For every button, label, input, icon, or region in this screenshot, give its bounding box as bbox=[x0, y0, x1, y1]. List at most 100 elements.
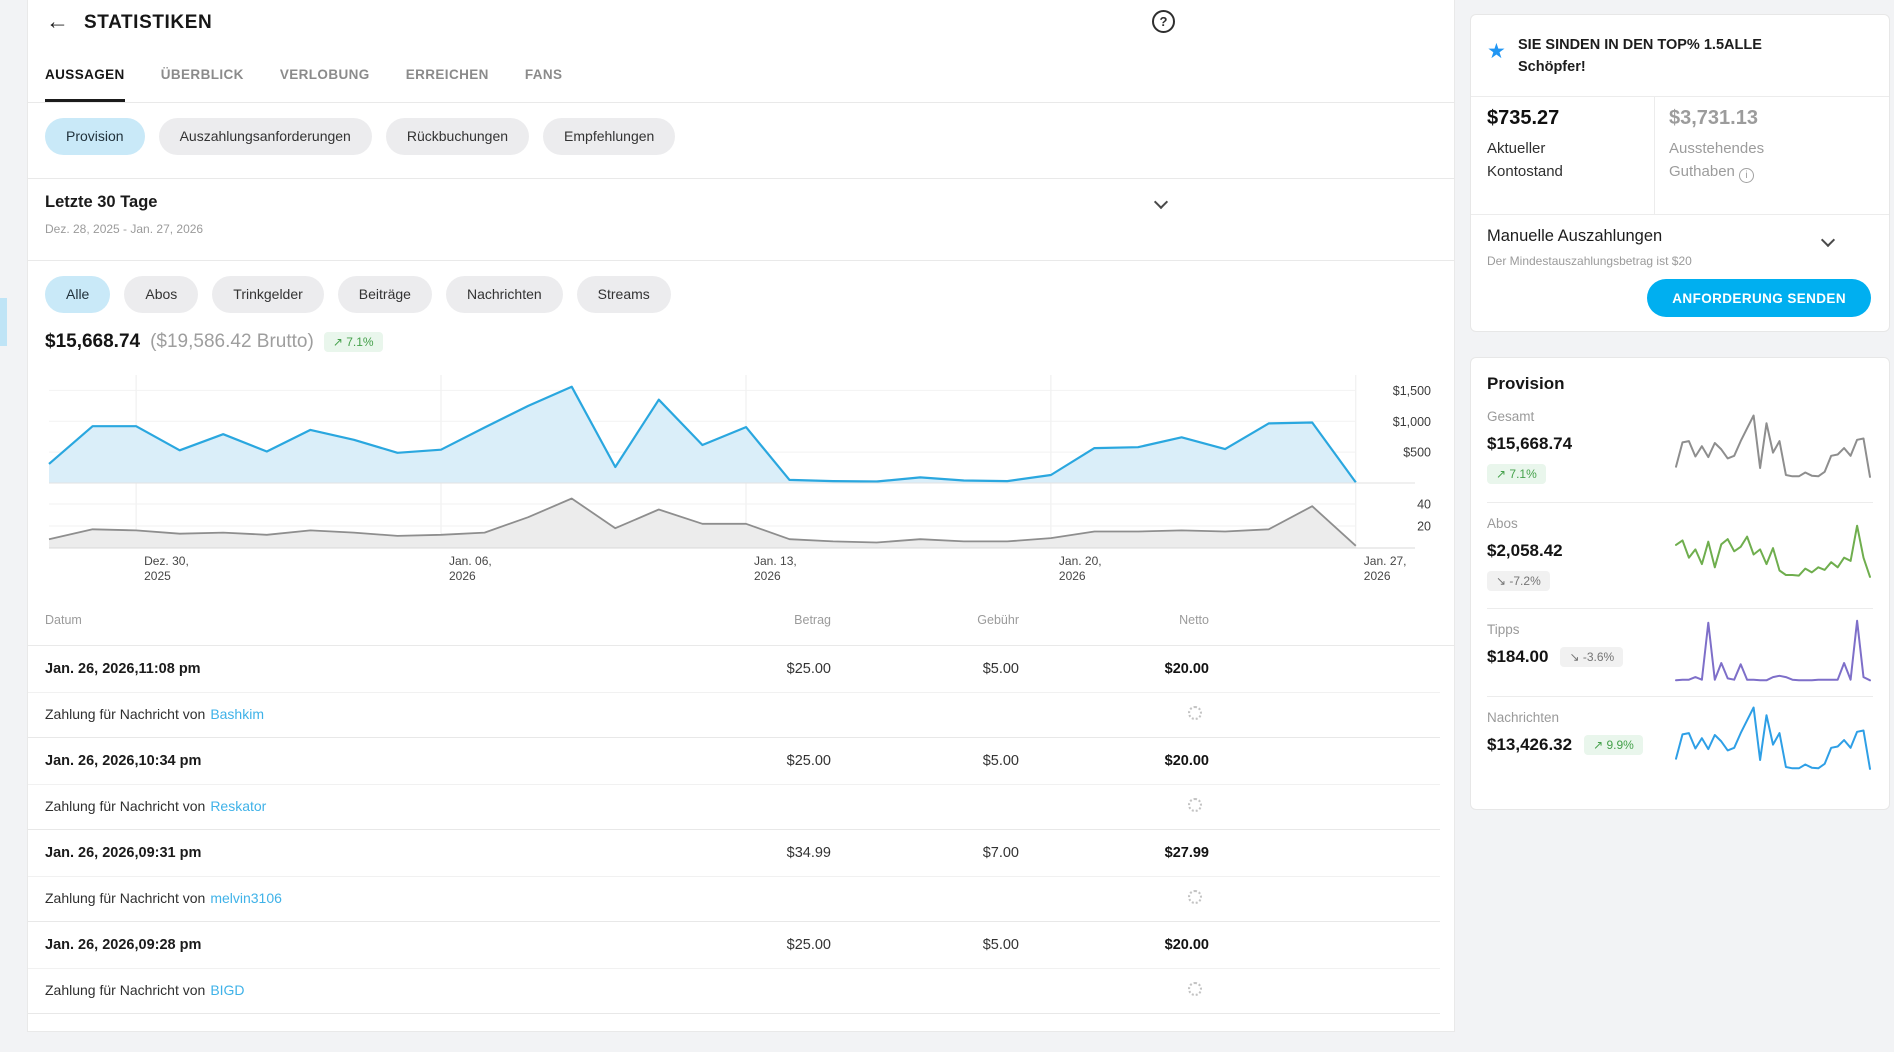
svg-text:Jan. 27,: Jan. 27, bbox=[1364, 554, 1407, 568]
svg-text:2025: 2025 bbox=[144, 569, 171, 583]
chip-ruckbuchungen[interactable]: Rückbuchungen bbox=[386, 118, 529, 155]
tab-verlobung[interactable]: VERLOBUNG bbox=[280, 46, 370, 102]
table-row: Jan. 26, 2026,09:31 pm $34.99 $7.00 $27.99 Z… bbox=[28, 830, 1440, 922]
net-total: $15,668.74 bbox=[45, 331, 140, 353]
tabs: AUSSAGEN ÜBERBLICK VERLOBUNG ERREICHEN FANS bbox=[45, 46, 1454, 102]
column-header-netto: Netto bbox=[1059, 613, 1209, 627]
chip-nachrichten[interactable]: Nachrichten bbox=[446, 276, 563, 313]
svg-text:$500: $500 bbox=[1403, 446, 1431, 460]
betrag-cell: $25.00 bbox=[681, 661, 831, 677]
divider bbox=[28, 260, 1454, 261]
transaction-description: Zahlung für Nachricht vonReskator bbox=[45, 798, 266, 814]
category-chips: Alle Abos Trinkgelder Beiträge Nachrichten St… bbox=[45, 276, 671, 313]
svg-text:40: 40 bbox=[1417, 498, 1431, 512]
pending-balance-amount: $3,731.13 bbox=[1669, 107, 1849, 130]
transaction-date: Jan. 26, 2026,09:31 pm bbox=[45, 845, 201, 861]
current-balance-amount: $735.27 bbox=[1487, 107, 1637, 130]
period-title: Letzte 30 Tage bbox=[45, 193, 157, 212]
provision-amount: $13,426.32 bbox=[1487, 735, 1572, 755]
chip-beitrage[interactable]: Beiträge bbox=[338, 276, 432, 313]
summary-change-badge: ↗ 7.1% bbox=[324, 332, 383, 352]
chip-streams[interactable]: Streams bbox=[577, 276, 671, 313]
transaction-description: Zahlung für Nachricht vonBashkim bbox=[45, 706, 264, 722]
chip-provision[interactable]: Provision bbox=[45, 118, 145, 155]
svg-text:$1,000: $1,000 bbox=[1393, 415, 1431, 429]
provision-amount: $15,668.74 bbox=[1487, 434, 1572, 454]
chevron-down-icon[interactable] bbox=[1821, 233, 1835, 247]
betrag-cell: $25.00 bbox=[681, 753, 831, 769]
payer-link[interactable]: Reskator bbox=[210, 798, 266, 814]
tab-erreichen[interactable]: ERREICHEN bbox=[406, 46, 489, 102]
chevron-down-icon[interactable] bbox=[1154, 195, 1168, 209]
sparkline-abos bbox=[1673, 515, 1873, 596]
table-row: Jan. 26, 2026,11:08 pm$25.00$5.00$20.00Z… bbox=[28, 646, 1440, 738]
statistics-page: ← STATISTIKEN ? AUSSAGENÜBERBLICKVERLOBU… bbox=[0, 0, 1894, 1052]
netto-cell: $20.00 bbox=[1059, 937, 1209, 953]
svg-text:Jan. 20,: Jan. 20, bbox=[1059, 554, 1102, 568]
scroll-indicator bbox=[0, 298, 7, 346]
tab-fans[interactable]: FANS bbox=[525, 46, 563, 102]
betrag-cell: $34.99 bbox=[681, 845, 831, 861]
gebuehr-cell: $5.00 bbox=[869, 753, 1019, 769]
row-divider bbox=[28, 876, 1440, 877]
svg-text:2026: 2026 bbox=[449, 569, 476, 583]
provision-items: Gesamt$15,668.74↗ 7.1%Abos$2,058.42↘ -7.… bbox=[1487, 396, 1873, 784]
sparkline-tipps bbox=[1673, 612, 1873, 693]
gebuehr-cell: $7.00 bbox=[869, 845, 1019, 861]
chip-trinkgelder[interactable]: Trinkgelder bbox=[212, 276, 324, 313]
svg-text:2026: 2026 bbox=[1364, 569, 1391, 583]
row-divider bbox=[28, 784, 1440, 785]
transaction-description: Zahlung für Nachricht vonmelvin3106 bbox=[45, 890, 282, 906]
payer-link[interactable]: melvin3106 bbox=[210, 890, 282, 906]
row-divider bbox=[28, 968, 1440, 969]
provision-amount: $2,058.42 bbox=[1487, 541, 1563, 561]
statistics-panel: ← STATISTIKEN ? AUSSAGENÜBERBLICKVERLOBU… bbox=[27, 0, 1455, 1032]
netto-cell: $27.99 bbox=[1059, 845, 1209, 861]
gross-total: ($19,586.42 Brutto) bbox=[150, 331, 314, 353]
svg-text:$1,500: $1,500 bbox=[1393, 384, 1431, 398]
provision-card: Provision Gesamt$15,668.74↗ 7.1%Abos$2,0… bbox=[1470, 357, 1890, 810]
netto-cell: $20.00 bbox=[1059, 753, 1209, 769]
current-balance: $735.27 Aktueller Kontostand bbox=[1487, 107, 1637, 183]
transaction-date: Jan. 26, 2026,09:28 pm bbox=[45, 937, 201, 953]
info-icon[interactable]: i bbox=[1739, 168, 1754, 183]
payout-minimum-note: Der Mindestauszahlungsbetrag ist $20 bbox=[1487, 254, 1692, 268]
tab-aussagen[interactable]: AUSSAGEN bbox=[45, 46, 125, 102]
chip-abos[interactable]: Abos bbox=[124, 276, 198, 313]
divider bbox=[28, 178, 1454, 179]
svg-text:Dez. 30,: Dez. 30, bbox=[144, 554, 189, 568]
send-request-button[interactable]: ANFORDERUNG SENDEN bbox=[1647, 279, 1871, 317]
period-range: Dez. 28, 2025 - Jan. 27, 2026 bbox=[45, 222, 203, 236]
loading-spinner-icon bbox=[1188, 798, 1202, 812]
balance-card: ★ SIE SINDEN IN DEN TOP% 1.5ALLE Schöpfe… bbox=[1470, 14, 1890, 332]
summary-row: $15,668.74 ($19,586.42 Brutto) ↗ 7.1% bbox=[45, 331, 383, 353]
tab-uberblick[interactable]: ÜBERBLICK bbox=[161, 46, 244, 102]
svg-text:Jan. 06,: Jan. 06, bbox=[449, 554, 492, 568]
svg-text:2026: 2026 bbox=[1059, 569, 1086, 583]
chip-auszahlungsanforderungen[interactable]: Auszahlungsanforderungen bbox=[159, 118, 372, 155]
current-balance-label: Aktueller Kontostand bbox=[1487, 137, 1622, 183]
payer-link[interactable]: Bashkim bbox=[210, 706, 264, 722]
star-icon: ★ bbox=[1487, 39, 1506, 64]
divider bbox=[1654, 96, 1655, 214]
column-header-datum: Datum bbox=[45, 613, 82, 627]
transactions-table: Jan. 26, 2026,11:08 pm$25.00$5.00$20.00Z… bbox=[28, 646, 1440, 1014]
manual-payouts-title: Manuelle Auszahlungen bbox=[1487, 227, 1662, 246]
payer-link[interactable]: BIGD bbox=[210, 982, 244, 998]
provision-item-nachrichten: Nachrichten$13,426.32↗ 9.9% bbox=[1487, 696, 1873, 784]
gebuehr-cell: $5.00 bbox=[869, 937, 1019, 953]
provision-item-gesamt: Gesamt$15,668.74↗ 7.1% bbox=[1487, 396, 1873, 502]
provision-title: Provision bbox=[1487, 374, 1873, 394]
svg-text:Jan. 13,: Jan. 13, bbox=[754, 554, 797, 568]
divider bbox=[1471, 96, 1889, 97]
gebuehr-cell: $5.00 bbox=[869, 661, 1019, 677]
chip-empfehlungen[interactable]: Empfehlungen bbox=[543, 118, 675, 155]
help-icon[interactable]: ? bbox=[1152, 10, 1175, 33]
chip-alle[interactable]: Alle bbox=[45, 276, 110, 313]
revenue-chart: $500 $1,000 $1,500 20 40 Dez. 30,2025 Jan. 06,… bbox=[45, 372, 1445, 587]
svg-text:20: 20 bbox=[1417, 520, 1431, 534]
pending-balance-label: Ausstehendes Guthaben i bbox=[1669, 137, 1804, 183]
back-arrow-button[interactable]: ← bbox=[46, 8, 69, 35]
column-header-betrag: Betrag bbox=[681, 613, 831, 627]
sparkline-gesamt bbox=[1673, 409, 1873, 490]
